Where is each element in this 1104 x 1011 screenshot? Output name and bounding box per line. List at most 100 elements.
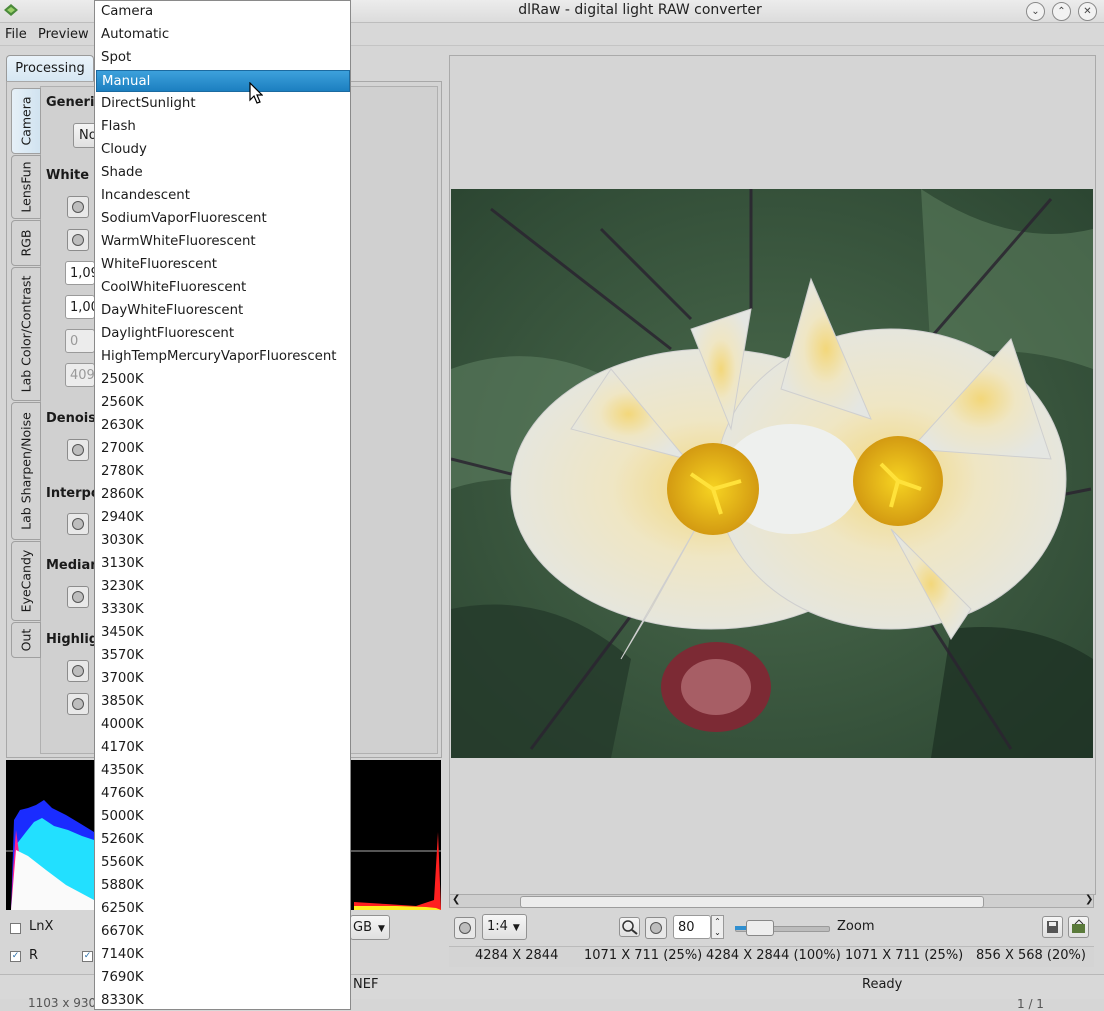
wb-field-4[interactable]: 409 [65, 363, 95, 387]
wb-field-1[interactable]: 1,09 [65, 261, 99, 285]
reset-icon[interactable] [67, 196, 89, 218]
dropdown-option[interactable]: 4350K [96, 760, 350, 782]
export-icon[interactable] [1068, 916, 1089, 938]
dropdown-option[interactable]: 3850K [96, 691, 350, 713]
dropdown-option[interactable]: DayWhiteFluorescent [96, 300, 350, 322]
dropdown-option[interactable]: 2940K [96, 507, 350, 529]
scroll-left-icon[interactable]: ❮ [452, 894, 460, 905]
dropdown-option[interactable]: 7140K [96, 944, 350, 966]
reset-icon[interactable] [67, 513, 89, 535]
lnx-checkbox[interactable] [10, 923, 21, 934]
dropdown-option[interactable]: SodiumVaporFluorescent [96, 208, 350, 230]
wb-field-3[interactable]: 0 [65, 329, 95, 353]
mouse-cursor-icon [249, 81, 264, 108]
side-tab-lab-sharpen-noise[interactable]: Lab Sharpen/Noise [11, 402, 41, 540]
tab-processing[interactable]: Processing [6, 55, 94, 82]
dropdown-option[interactable]: 2700K [96, 438, 350, 460]
side-tab-rgb[interactable]: RGB [11, 220, 41, 266]
dropdown-option[interactable]: 3450K [96, 622, 350, 644]
zoom-value-field[interactable]: 80 [673, 915, 711, 939]
side-tab-out[interactable]: Out [11, 622, 41, 658]
dropdown-option[interactable]: 3330K [96, 599, 350, 621]
dropdown-option[interactable]: 4170K [96, 737, 350, 759]
dropdown-option[interactable]: 5000K [96, 806, 350, 828]
status-full-size: 4284 X 2844 (100%) [706, 948, 841, 963]
zoom-slider-handle[interactable] [746, 920, 774, 936]
dropdown-option[interactable]: 6250K [96, 898, 350, 920]
dropdown-option[interactable]: 6670K [96, 921, 350, 943]
dropdown-option[interactable]: 4760K [96, 783, 350, 805]
dropdown-option[interactable]: HighTempMercuryVaporFluorescent [96, 346, 350, 368]
dropdown-option[interactable]: Automatic [96, 24, 350, 46]
scroll-right-icon[interactable]: ❯ [1085, 894, 1093, 905]
dropdown-option[interactable]: 3700K [96, 668, 350, 690]
dropdown-option[interactable]: Cloudy [96, 139, 350, 161]
preview-image[interactable] [450, 189, 1093, 758]
section-highlight: Highlig [46, 632, 99, 647]
maximize-icon[interactable]: ⌃ [1052, 2, 1071, 21]
side-tab-lab-color-contrast[interactable]: Lab Color/Contrast [11, 267, 41, 401]
reset-icon[interactable] [67, 586, 89, 608]
dropdown-option[interactable]: Camera [96, 1, 350, 23]
menu-preview[interactable]: Preview [38, 27, 89, 42]
page-indicator: 1 / 1 [1017, 997, 1044, 1011]
filename-suffix: NEF [353, 977, 379, 992]
dropdown-option[interactable]: Shade [96, 162, 350, 184]
ratio-combo[interactable]: 1:4 ▼ [482, 914, 527, 940]
zoom-spinner[interactable]: ⌃ ⌄ [711, 915, 724, 939]
side-tab-camera[interactable]: Camera [11, 88, 41, 154]
status-output-size: 856 X 568 (20%) [976, 948, 1086, 963]
dropdown-option[interactable]: 8330K [96, 990, 350, 1009]
dropdown-option[interactable]: WarmWhiteFluorescent [96, 231, 350, 253]
dropdown-option[interactable]: DaylightFluorescent [96, 323, 350, 345]
minimize-icon[interactable]: ⌄ [1026, 2, 1045, 21]
dropdown-option[interactable]: 5260K [96, 829, 350, 851]
r-label: R [29, 948, 39, 963]
g-checkbox[interactable]: ✓ [82, 951, 93, 962]
dropdown-option[interactable]: 5880K [96, 875, 350, 897]
window-title: dlRaw - digital light RAW converter [518, 2, 762, 18]
status-raw-size: 4284 X 2844 [475, 948, 559, 963]
dropdown-option[interactable]: CoolWhiteFluorescent [96, 277, 350, 299]
dropdown-option[interactable]: 2560K [96, 392, 350, 414]
dropdown-option[interactable]: 2860K [96, 484, 350, 506]
dropdown-option[interactable]: Incandescent [96, 185, 350, 207]
reset-icon[interactable] [67, 660, 89, 682]
dropdown-option[interactable]: 5560K [96, 852, 350, 874]
side-tab-lensfun[interactable]: LensFun [11, 155, 41, 219]
side-tab-eyecandy[interactable]: EyeCandy [11, 541, 41, 621]
dropdown-option[interactable]: 3230K [96, 576, 350, 598]
zoom-reset-icon[interactable] [645, 917, 667, 939]
reset-icon[interactable] [454, 917, 476, 939]
dropdown-option[interactable]: 3030K [96, 530, 350, 552]
dropdown-option[interactable]: 3130K [96, 553, 350, 575]
reset-icon[interactable] [67, 439, 89, 461]
dropdown-option[interactable]: 2630K [96, 415, 350, 437]
dropdown-option[interactable]: WhiteFluorescent [96, 254, 350, 276]
dropdown-option[interactable]: Flash [96, 116, 350, 138]
save-icon[interactable] [1042, 916, 1063, 938]
dropdown-option[interactable]: Manual [96, 70, 350, 92]
dropdown-option[interactable]: 4000K [96, 714, 350, 736]
white-balance-dropdown[interactable]: Camera Automatic Spot Manual DirectSunlight F… [94, 0, 351, 1010]
r-checkbox[interactable]: ✓ [10, 951, 21, 962]
zoom-label: Zoom [837, 919, 875, 934]
dropdown-option[interactable]: 7690K [96, 967, 350, 989]
status-pipe-size: 1071 X 711 (25%) [584, 948, 703, 963]
reset-icon[interactable] [67, 693, 89, 715]
channel-combo[interactable]: GB ▼ [350, 915, 390, 940]
wb-field-2[interactable]: 1,00 [65, 295, 99, 319]
dropdown-option[interactable]: 3570K [96, 645, 350, 667]
dropdown-option[interactable]: DirectSunlight [96, 93, 350, 115]
dropdown-option[interactable]: Spot [96, 47, 350, 69]
scrollbar-thumb[interactable] [520, 896, 984, 908]
lnx-label: LnX [29, 919, 54, 934]
reset-icon[interactable] [67, 229, 89, 251]
section-median: Median [46, 558, 100, 573]
dropdown-option[interactable]: 2780K [96, 461, 350, 483]
section-white-balance: White [46, 168, 90, 183]
dropdown-option[interactable]: 2500K [96, 369, 350, 391]
menu-file[interactable]: File [5, 27, 27, 42]
close-icon[interactable]: ✕ [1078, 2, 1097, 21]
zoom-fit-icon[interactable] [619, 917, 640, 937]
